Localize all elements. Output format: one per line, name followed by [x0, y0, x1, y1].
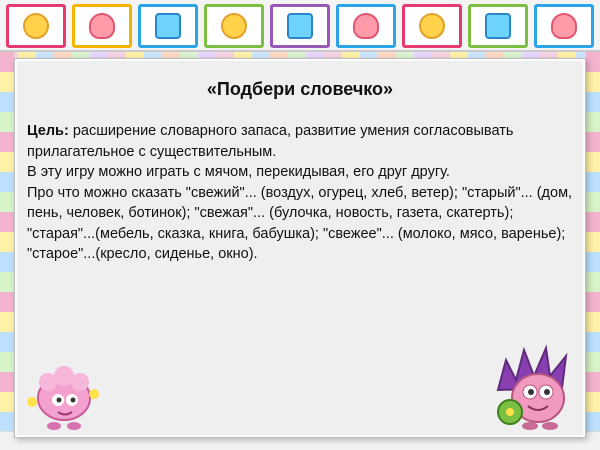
goal-text: расширение словарного запаса, развитие у…	[27, 123, 514, 160]
goal-label: Цель:	[27, 123, 69, 139]
flower-tile-icon	[534, 4, 594, 48]
animal-tile-icon	[6, 4, 66, 48]
top-decor-strip	[0, 0, 600, 52]
sheep-character-icon	[27, 366, 99, 430]
tile-icon	[468, 4, 528, 48]
duck-tile-icon	[402, 4, 462, 48]
slide-body-text: Цель: расширение словарного запаса, разв…	[27, 121, 573, 265]
bird-tile-icon	[336, 4, 396, 48]
hedgehog-character-icon	[496, 344, 568, 430]
slide-title: «Подбери словечко»	[206, 79, 394, 99]
bear-tile-icon	[72, 4, 132, 48]
letter-tile-icon	[270, 4, 330, 48]
right-decor-edge	[586, 52, 600, 450]
ball-tile-icon	[138, 4, 198, 48]
ball-tile-icon	[204, 4, 264, 48]
examples-text: Про что можно сказать "свежий"... (возду…	[27, 184, 573, 263]
instruction-line: В эту игру можно играть с мячом, перекид…	[27, 164, 450, 180]
left-decor-edge	[0, 52, 14, 450]
